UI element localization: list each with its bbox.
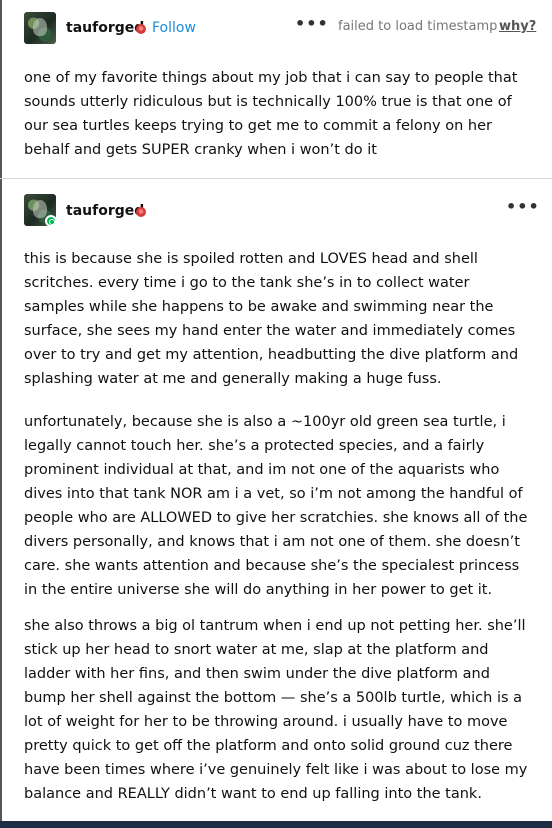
reblog-more-options-icon[interactable]: ••• bbox=[506, 197, 540, 216]
timestamp-status: failed to load timestamp bbox=[338, 19, 498, 34]
follow-button[interactable]: Follow bbox=[152, 20, 196, 36]
author-avatar[interactable] bbox=[24, 12, 56, 44]
heart-badge-icon bbox=[136, 207, 146, 217]
reblog-icon bbox=[45, 215, 57, 227]
more-options-icon[interactable]: ••• bbox=[295, 14, 329, 33]
post-body: one of my favorite things about my job t… bbox=[24, 70, 518, 158]
reblog-paragraph-1: this is because she is spoiled rotten an… bbox=[24, 251, 519, 387]
reblogger-username[interactable]: tauforged bbox=[66, 203, 144, 219]
reblog-paragraph-2: unfortunately, because she is also a ~10… bbox=[24, 414, 528, 598]
bottom-bar bbox=[0, 821, 552, 828]
author-username[interactable]: tauforged bbox=[66, 20, 144, 36]
reblog-paragraph-3: she also throws a big ol tantrum when i … bbox=[24, 618, 528, 802]
reblog-divider bbox=[0, 178, 552, 179]
why-link[interactable]: why? bbox=[499, 19, 536, 34]
heart-badge-icon bbox=[136, 24, 146, 34]
